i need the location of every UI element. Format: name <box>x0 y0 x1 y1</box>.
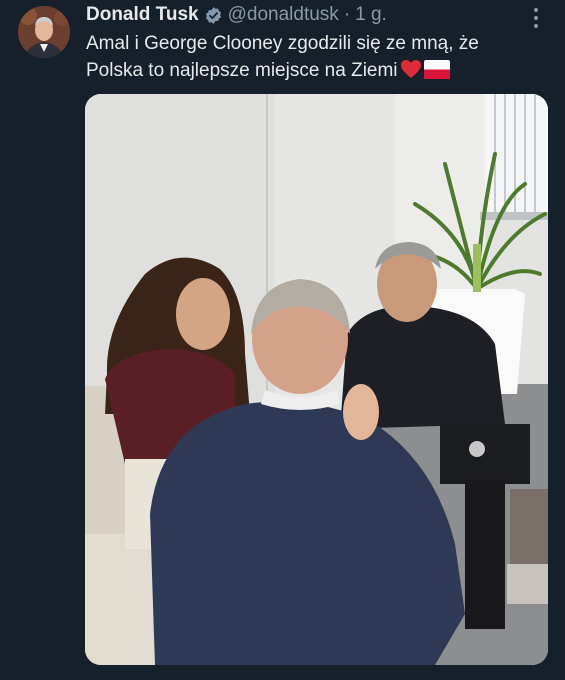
profile-avatar[interactable] <box>18 6 70 58</box>
tweet-photo[interactable] <box>85 94 548 665</box>
poland-flag-emoji <box>423 60 450 87</box>
tweet-header: Donald Tusk @donaldtusk · 1 g. <box>86 4 387 26</box>
verified-badge-icon <box>205 6 221 24</box>
tweet-timestamp[interactable]: 1 g. <box>355 4 387 26</box>
tweet-text-line-2: Polska to najlepsze miejsce na Ziemi <box>86 60 398 81</box>
more-options-icon[interactable] <box>527 8 545 28</box>
photo-image <box>85 94 548 665</box>
red-heart-emoji <box>400 59 422 87</box>
author-handle[interactable]: @donaldtusk <box>228 4 339 26</box>
tweet-text-line-2-container: Polska to najlepsze miejsce na Ziemi <box>86 57 536 87</box>
author-name[interactable]: Donald Tusk <box>86 4 199 26</box>
tweet-text-line-1: Amal i George Clooney zgodzili się ze mn… <box>86 33 479 54</box>
tweet-text: Amal i George Clooney zgodzili się ze mn… <box>86 30 536 87</box>
avatar-image <box>18 6 70 58</box>
separator-dot: · <box>343 4 351 25</box>
